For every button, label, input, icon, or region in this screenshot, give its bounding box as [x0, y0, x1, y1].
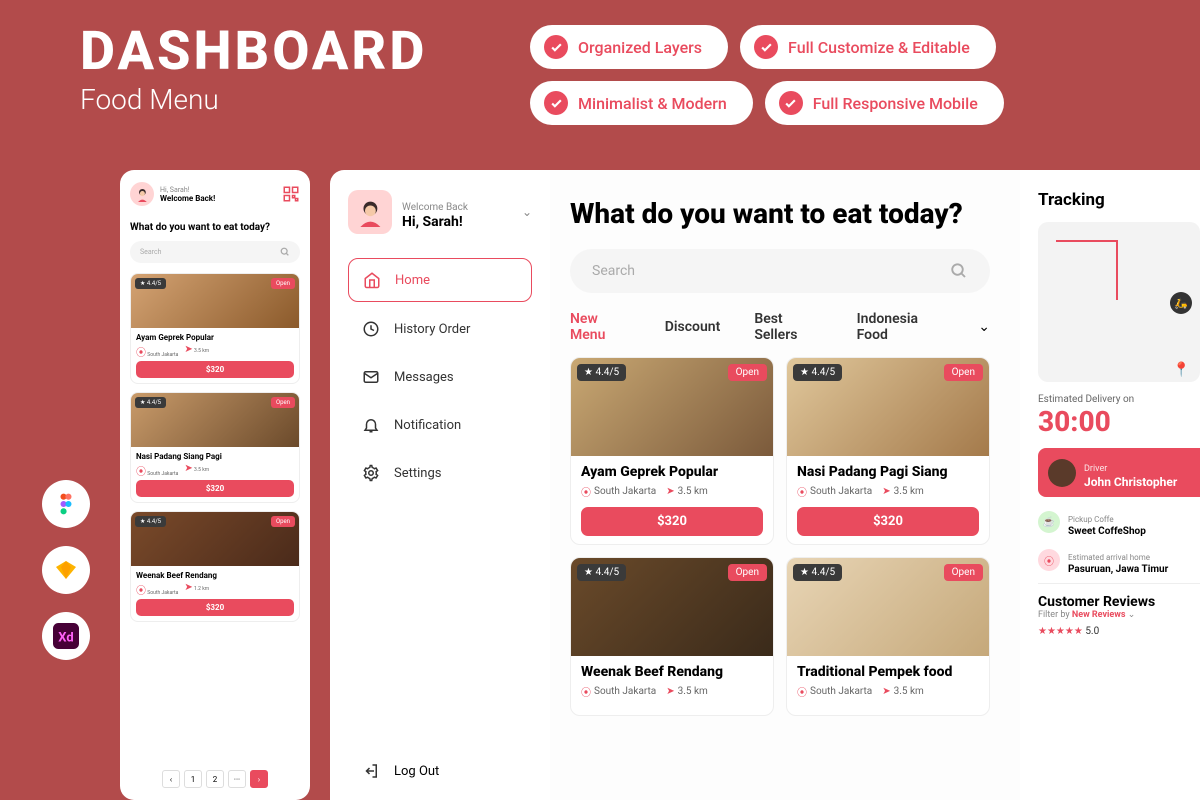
rating-badge: ★ 4.4/5: [135, 278, 166, 289]
destination-stop: ⦿Estimated arrival homePasuruan, Jawa Ti…: [1038, 545, 1200, 575]
feature-pill: Minimalist & Modern: [530, 81, 753, 125]
sketch-icon: [42, 546, 90, 594]
svg-text:Xd: Xd: [58, 630, 73, 645]
mobile-preview: Hi, Sarah!Welcome Back! What do you want…: [120, 170, 310, 800]
price-button[interactable]: $320: [581, 507, 763, 536]
sidebar-item-settings[interactable]: Settings: [348, 452, 532, 494]
search-icon: [280, 247, 290, 257]
logout-icon: [362, 762, 380, 780]
reviews-filter[interactable]: Filter by New Reviews ⌄: [1038, 610, 1200, 620]
price-button[interactable]: $320: [136, 599, 294, 616]
food-card[interactable]: ★ 4.4/5Open Ayam Geprek Popular⦿ South J…: [130, 273, 300, 384]
driver-card[interactable]: DriverJohn Christopher: [1038, 448, 1200, 497]
bike-icon: 🛵: [1170, 292, 1192, 314]
chevron-down-icon[interactable]: ⌄: [978, 319, 990, 335]
check-icon: [544, 91, 568, 115]
pin-icon: 📍: [1173, 362, 1190, 378]
tracking-map[interactable]: 🛵 📍: [1038, 222, 1200, 382]
check-icon: [754, 35, 778, 59]
pager-2[interactable]: 2: [206, 770, 224, 788]
xd-icon: Xd: [42, 612, 90, 660]
food-card[interactable]: ★ 4.4/5Open Nasi Padang Siang Pagi⦿ Sout…: [130, 392, 300, 503]
check-icon: [544, 35, 568, 59]
price-button[interactable]: $320: [797, 507, 979, 536]
avatar: [130, 182, 154, 206]
search-icon: [950, 262, 968, 280]
food-card[interactable]: ★ 4.4/5Open Ayam Geprek Popular⦿South Ja…: [570, 357, 774, 545]
logout-button[interactable]: Log Out: [348, 734, 532, 780]
coffee-icon: ☕: [1038, 511, 1060, 533]
pickup-stop: ☕Pickup CoffeSweet CoffeShop: [1038, 507, 1200, 537]
tab-best-sellers[interactable]: Best Sellers: [754, 311, 822, 343]
sidebar-item-home[interactable]: Home: [348, 258, 532, 302]
price-button[interactable]: $320: [136, 480, 294, 497]
rating-badge: ★ 4.4/5: [577, 364, 626, 381]
search-input[interactable]: Search: [570, 249, 990, 293]
reviews-title: Customer Reviews: [1038, 594, 1200, 610]
tab-discount[interactable]: Discount: [665, 319, 721, 335]
search-input[interactable]: Search: [130, 241, 300, 263]
desktop-preview: Welcome BackHi, Sarah! ⌄ Home History Or…: [330, 170, 1200, 800]
food-card[interactable]: ★ 4.4/5Open Nasi Padang Pagi Siang⦿South…: [786, 357, 990, 545]
sidebar-item-messages[interactable]: Messages: [348, 356, 532, 398]
food-card[interactable]: ★ 4.4/5Open Weenak Beef Rendang⦿ South J…: [130, 511, 300, 622]
driver-avatar: [1048, 459, 1076, 487]
pager-dots: ···: [228, 770, 246, 788]
price-button[interactable]: $320: [136, 361, 294, 378]
clock-icon: [362, 320, 380, 338]
check-icon: [779, 91, 803, 115]
food-card[interactable]: ★ 4.4/5Open Weenak Beef Rendang⦿South Ja…: [570, 557, 774, 716]
status-badge: Open: [271, 278, 295, 289]
sidebar-item-notification[interactable]: Notification: [348, 404, 532, 446]
tab-indonesia[interactable]: Indonesia Food: [857, 311, 945, 343]
tracking-title: Tracking: [1038, 190, 1200, 210]
profile-selector[interactable]: Welcome BackHi, Sarah! ⌄: [348, 190, 532, 234]
eta-label: Estimated Delivery on: [1038, 394, 1200, 405]
avatar: [348, 190, 392, 234]
mail-icon: [362, 368, 380, 386]
home-icon: [363, 271, 381, 289]
feature-pills: Organized Layers Full Customize & Editab…: [530, 25, 1120, 125]
pager-next[interactable]: ›: [250, 770, 268, 788]
food-card[interactable]: ★ 4.4/5Open Traditional Pempek food⦿Sout…: [786, 557, 990, 716]
bell-icon: [362, 416, 380, 434]
pager-1[interactable]: 1: [184, 770, 202, 788]
qr-icon[interactable]: [282, 185, 300, 203]
figma-icon: [42, 480, 90, 528]
feature-pill: Full Responsive Mobile: [765, 81, 1004, 125]
feature-pill: Organized Layers: [530, 25, 728, 69]
feature-pill: Full Customize & Editable: [740, 25, 996, 69]
status-badge: Open: [728, 364, 767, 381]
chevron-down-icon: ⌄: [522, 205, 532, 219]
tab-new-menu[interactable]: New Menu: [570, 311, 631, 343]
main-heading: What do you want to eat today?: [570, 196, 990, 231]
pager-prev[interactable]: ‹: [162, 770, 180, 788]
eta-time: 30:00: [1038, 405, 1200, 438]
mobile-prompt: What do you want to eat today?: [130, 222, 300, 233]
sidebar-item-history[interactable]: History Order: [348, 308, 532, 350]
review-stars: ★★★★★ 5.0: [1038, 626, 1200, 637]
pin-icon: ⦿: [1038, 549, 1060, 571]
gear-icon: [362, 464, 380, 482]
